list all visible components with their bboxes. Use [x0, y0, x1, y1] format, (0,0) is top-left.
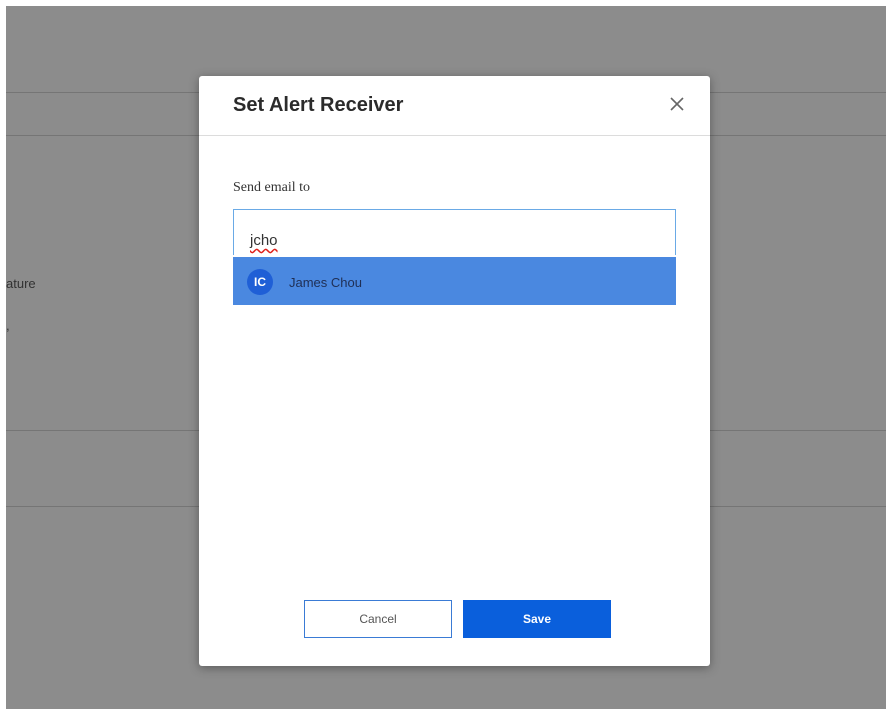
email-recipient-input[interactable]: jcho [233, 209, 676, 255]
screen: ature , Set Alert Receiver Send email to… [0, 0, 886, 709]
email-input-value[interactable]: jcho [250, 232, 278, 249]
save-button[interactable]: Save [463, 600, 611, 638]
dialog-title: Set Alert Receiver [233, 94, 404, 116]
set-alert-receiver-dialog: Set Alert Receiver Send email to jcho IC… [199, 76, 710, 666]
dialog-header: Set Alert Receiver [199, 76, 710, 136]
suggestion-name: James Chou [289, 275, 362, 290]
suggestion-item-james-chou[interactable]: IC James Chou [233, 257, 676, 305]
cancel-button[interactable]: Cancel [304, 600, 452, 638]
avatar: IC [247, 269, 273, 295]
send-email-label: Send email to [233, 180, 310, 195]
close-icon[interactable] [668, 95, 686, 113]
